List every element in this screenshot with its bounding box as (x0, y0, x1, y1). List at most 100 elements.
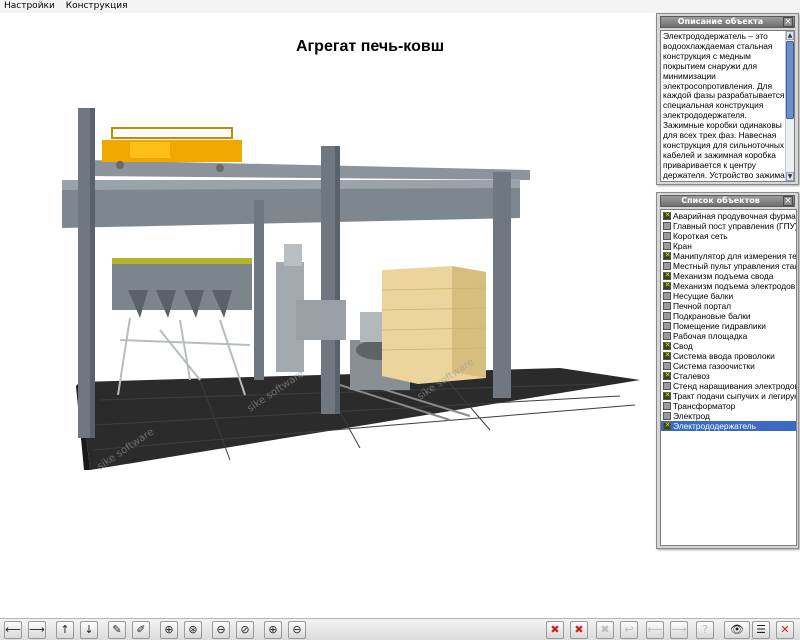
close-icon[interactable]: × (783, 17, 793, 27)
list-item[interactable]: Сталевоз (661, 371, 796, 381)
rotate-z-icon[interactable]: ⊖ (212, 621, 230, 639)
list-item[interactable]: Электрод (661, 411, 796, 421)
list-item-label: Кран (673, 241, 692, 251)
description-box[interactable]: Электрододержатель – это водоохлаждаемая… (660, 30, 795, 182)
rotate-free-icon[interactable]: ⊘ (236, 621, 254, 639)
visibility-checkbox[interactable] (663, 271, 671, 280)
visibility-checkbox[interactable] (663, 281, 671, 290)
help-icon[interactable]: ? (696, 621, 714, 639)
3d-viewport[interactable]: sike software sike software sike softwar… (0, 14, 655, 614)
app-window: Настройки Конструкция sike software sike… (0, 0, 800, 640)
list-item-label: Механизм подъема электродов (673, 281, 796, 291)
list-item[interactable]: Подкрановые балки (661, 311, 796, 321)
list-item[interactable]: Рабочая площадка (661, 331, 796, 341)
list-item-label: Трансформатор (673, 401, 736, 411)
visibility-checkbox[interactable] (663, 292, 671, 300)
list-item[interactable]: Кран (661, 241, 796, 251)
list-item-label: Стенд наращивания электродов (673, 381, 796, 391)
list-item[interactable]: Механизм подъема свода (661, 271, 796, 281)
arrow-down-icon[interactable]: ↓ (80, 621, 98, 639)
close-icon[interactable]: × (783, 196, 793, 206)
list-item-label: Рабочая площадка (673, 331, 748, 341)
view-eye-icon[interactable]: 👁 (724, 621, 750, 639)
show-all-icon[interactable]: ✖ (596, 621, 614, 639)
step-forward-icon[interactable]: ⟶ (670, 621, 688, 639)
visibility-checkbox[interactable] (663, 242, 671, 250)
list-item-label: Подкрановые балки (673, 311, 751, 321)
scroll-up-icon[interactable]: ▲ (786, 31, 794, 40)
visibility-checkbox[interactable] (663, 402, 671, 410)
pencil-alt-icon[interactable]: ✐ (132, 621, 150, 639)
scroll-thumb[interactable] (786, 41, 794, 119)
visibility-checkbox[interactable] (663, 351, 671, 360)
list-item[interactable]: Аварийная продувочная фурма (661, 211, 796, 221)
list-item-label: Свод (673, 341, 693, 351)
visibility-checkbox[interactable] (663, 302, 671, 310)
undo-icon[interactable]: ↩ (620, 621, 638, 639)
list-item-label: Система ввода проволоки (673, 351, 775, 361)
zoom-out-icon[interactable]: ⊖ (288, 621, 306, 639)
list-item[interactable]: Тракт подачи сыпучих и легирую (661, 391, 796, 401)
visibility-checkbox[interactable] (663, 211, 671, 220)
visibility-checkbox[interactable] (663, 251, 671, 260)
list-item-label: Главный пост управления (ГПУ) (673, 221, 796, 231)
visibility-checkbox[interactable] (663, 382, 671, 390)
list-item[interactable]: Электрододержатель (661, 421, 796, 431)
rotate-x-icon[interactable]: ⊕ (160, 621, 178, 639)
pencil-icon[interactable]: ✎ (108, 621, 126, 639)
rotate-y-icon[interactable]: ⊛ (184, 621, 202, 639)
crane-rail-top (85, 160, 530, 180)
description-panel-header[interactable]: Описание объекта × (660, 16, 795, 28)
visibility-checkbox[interactable] (663, 262, 671, 270)
list-item[interactable]: Помещение гидравлики (661, 321, 796, 331)
list-item[interactable]: Манипулятор для измерения тем (661, 251, 796, 261)
zoom-in-icon[interactable]: ⊕ (264, 621, 282, 639)
visibility-checkbox[interactable] (663, 421, 671, 430)
arrow-up-icon[interactable]: ↑ (56, 621, 74, 639)
list-item[interactable]: Несущие балки (661, 291, 796, 301)
list-item[interactable]: Стенд наращивания электродов (661, 381, 796, 391)
close-app-icon[interactable]: ✕ (776, 621, 794, 639)
visibility-checkbox[interactable] (663, 371, 671, 380)
hide-all-icon[interactable]: ✖ (570, 621, 588, 639)
visibility-checkbox[interactable] (663, 341, 671, 350)
step-back-icon[interactable]: ⟵ (646, 621, 664, 639)
list-item-label: Аварийная продувочная фурма (673, 211, 796, 221)
scroll-down-icon[interactable]: ▼ (786, 172, 794, 181)
visibility-checkbox[interactable] (663, 312, 671, 320)
hide-selected-icon[interactable]: ✖ (546, 621, 564, 639)
list-item-label: Несущие балки (673, 291, 734, 301)
list-item[interactable]: Система газоочистки (661, 361, 796, 371)
list-item[interactable]: Трансформатор (661, 401, 796, 411)
list-item[interactable]: Печной портал (661, 301, 796, 311)
list-item[interactable]: Короткая сеть (661, 231, 796, 241)
visibility-checkbox[interactable] (663, 412, 671, 420)
menu-settings[interactable]: Настройки (0, 0, 59, 13)
list-item[interactable]: Свод (661, 341, 796, 351)
visibility-checkbox[interactable] (663, 391, 671, 400)
menu-construction[interactable]: Конструкция (62, 0, 132, 13)
arrow-right-icon[interactable]: ⟶ (28, 621, 46, 639)
list-item-label: Система газоочистки (673, 361, 755, 371)
visibility-checkbox[interactable] (663, 232, 671, 240)
scene-title: Агрегат печь-ковш (295, 38, 445, 55)
list-item-label: Механизм подъема свода (673, 271, 774, 281)
list-item-label: Электрододержатель (673, 421, 757, 431)
arrow-left-icon[interactable]: ⟵ (4, 621, 22, 639)
list-item[interactable]: Местный пульт управления стале (661, 261, 796, 271)
visibility-checkbox[interactable] (663, 362, 671, 370)
list-item-label: Манипулятор для измерения тем (673, 251, 796, 261)
list-item[interactable]: Главный пост управления (ГПУ) (661, 221, 796, 231)
objects-panel-title: Список объектов (681, 196, 760, 205)
list-item[interactable]: Механизм подъема электродов (661, 281, 796, 291)
visibility-checkbox[interactable] (663, 332, 671, 340)
objects-panel-header[interactable]: Список объектов × (660, 195, 795, 207)
description-panel: Описание объекта × Электрододержатель – … (656, 13, 799, 185)
visibility-checkbox[interactable] (663, 222, 671, 230)
description-scrollbar[interactable]: ▲ ▼ (785, 31, 794, 181)
objects-list-box[interactable]: Аварийная продувочная фурмаГлавный пост … (660, 209, 797, 546)
list-item-label: Помещение гидравлики (673, 321, 766, 331)
list-icon[interactable]: ☰ (752, 621, 770, 639)
list-item[interactable]: Система ввода проволоки (661, 351, 796, 361)
visibility-checkbox[interactable] (663, 322, 671, 330)
